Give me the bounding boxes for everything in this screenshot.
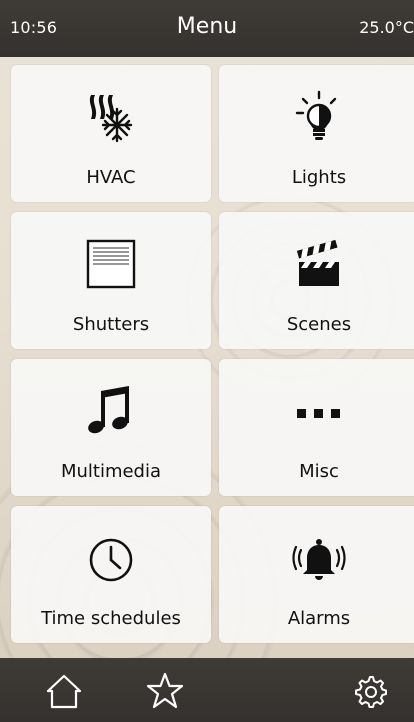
music-note-icon [81,381,141,441]
shutter-icon [81,234,141,294]
star-icon [146,672,184,709]
tile-label: Misc [299,461,339,482]
tile-alarms[interactable]: Alarms [219,506,414,643]
hvac-icon [81,87,141,147]
tile-label: Scenes [286,314,352,335]
tile-hvac[interactable]: HVAC [11,65,211,202]
home-button[interactable] [42,669,86,713]
tile-lights[interactable]: Lights [219,65,414,202]
bottom-navigation [0,658,414,722]
status-bar: 10:56 Menu 25.0°C [0,0,414,57]
tile-label: Time schedules [41,608,181,629]
clapperboard-icon [289,234,349,294]
settings-button[interactable] [348,669,392,713]
tile-label: HVAC [86,167,136,188]
app-screen: 10:56 Menu 25.0°C HVAC Lights Shutters S… [0,0,414,722]
page-title: Menu [176,14,238,39]
home-icon [46,674,82,709]
clock-icon [81,528,141,588]
tile-label: Shutters [72,314,150,335]
tile-scenes[interactable]: Scenes [219,212,414,349]
more-dots-icon [289,381,349,441]
tile-shutters[interactable]: Shutters [11,212,211,349]
tile-label: Alarms [287,608,351,629]
tile-label: Multimedia [60,461,162,482]
temperature-readout: 25.0°C [359,18,414,37]
favorites-button[interactable] [143,669,187,713]
tile-time-schedules[interactable]: Time schedules [11,506,211,643]
tile-multimedia[interactable]: Multimedia [11,359,211,496]
light-bulb-icon [289,87,349,147]
alarm-bell-icon [289,528,349,588]
gear-icon [355,676,387,708]
tile-misc[interactable]: Misc [219,359,414,496]
tile-label: Lights [291,167,347,188]
